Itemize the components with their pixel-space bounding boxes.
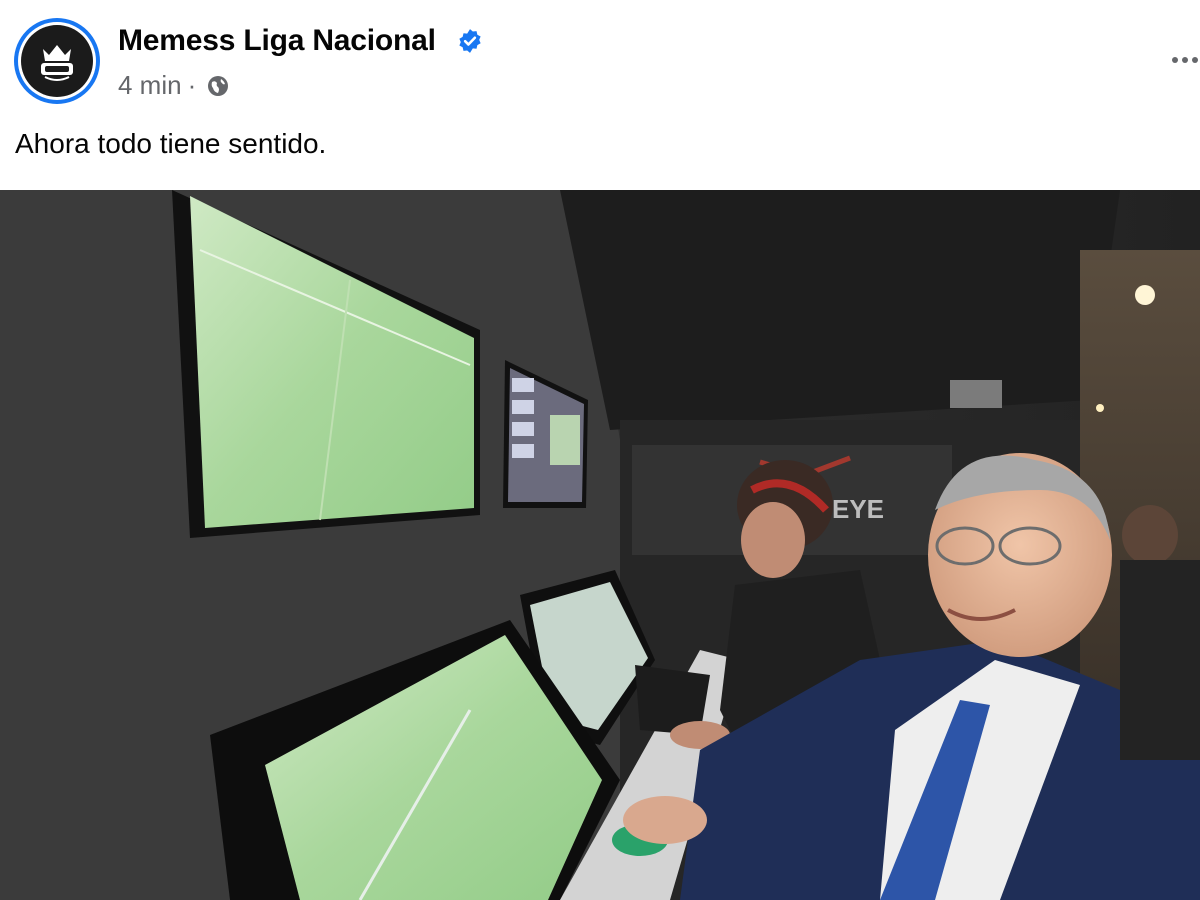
avatar-ring xyxy=(18,22,96,100)
wall-brand-text: EYE xyxy=(832,494,884,524)
globe-icon[interactable] xyxy=(206,74,230,98)
avatar-logo xyxy=(21,25,93,97)
verified-badge-icon xyxy=(459,29,481,53)
post-text: Ahora todo tiene sentido. xyxy=(15,128,327,159)
post-timestamp[interactable]: 4 min xyxy=(118,70,182,101)
post-header: Memess Liga Nacional 4 min · xyxy=(0,0,1200,115)
page-name[interactable]: Memess Liga Nacional xyxy=(118,24,436,58)
crown-logo-icon xyxy=(41,45,73,81)
more-options-icon[interactable] xyxy=(1170,50,1200,65)
var-room-photo: EYE xyxy=(0,190,1200,900)
page-avatar[interactable] xyxy=(14,18,100,104)
post-photo[interactable]: EYE xyxy=(0,190,1200,900)
meta-separator: · xyxy=(187,70,197,100)
post-meta: 4 min · xyxy=(118,70,230,101)
